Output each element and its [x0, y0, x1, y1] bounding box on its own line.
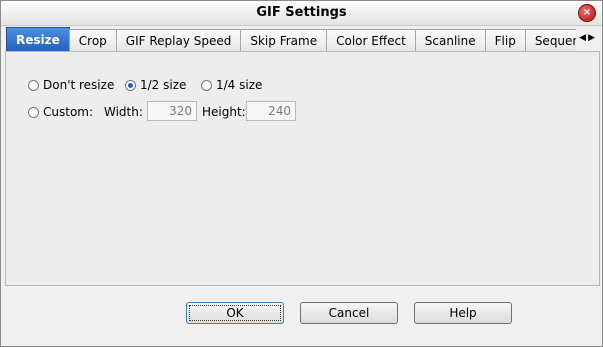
- width-field[interactable]: 320: [147, 101, 197, 121]
- tab-scroll-right-icon[interactable]: ▶: [588, 33, 595, 43]
- radio-half-size[interactable]: 1/2 size: [125, 78, 186, 92]
- title-bar[interactable]: GIF Settings ×: [1, 1, 602, 26]
- radio-dont-resize[interactable]: Don't resize: [28, 78, 114, 92]
- tab-resize[interactable]: Resize: [6, 27, 70, 51]
- tab-scroll-left-icon[interactable]: ◀: [579, 33, 586, 43]
- tab-bar: Resize Crop GIF Replay Speed Skip Frame …: [6, 27, 576, 51]
- tab-scroll-controls: ◀ ▶: [579, 33, 595, 43]
- radio-button-icon: [201, 79, 212, 91]
- radio-quarter-size[interactable]: 1/4 size: [201, 78, 262, 92]
- radio-custom[interactable]: Custom:: [28, 105, 93, 119]
- gif-settings-window: GIF Settings × Resize Crop GIF Replay Sp…: [0, 0, 603, 347]
- tab-gif-replay-speed[interactable]: GIF Replay Speed: [115, 29, 242, 51]
- radio-label: Don't resize: [43, 78, 115, 92]
- help-button[interactable]: Help: [414, 302, 512, 324]
- tab-sequence[interactable]: Sequence: [524, 29, 576, 51]
- radio-label: 1/4 size: [216, 78, 263, 92]
- tab-color-effect[interactable]: Color Effect: [326, 29, 416, 51]
- height-field[interactable]: 240: [246, 101, 296, 121]
- radio-label: 1/2 size: [140, 78, 187, 92]
- radio-label: Custom:: [43, 105, 94, 119]
- window-title: GIF Settings: [256, 5, 347, 20]
- cancel-button[interactable]: Cancel: [300, 302, 398, 324]
- width-label: Width:: [104, 105, 143, 119]
- close-icon[interactable]: ×: [578, 4, 596, 22]
- ok-button[interactable]: OK: [186, 302, 284, 324]
- tab-skip-frame[interactable]: Skip Frame: [240, 29, 328, 51]
- radio-button-icon: [28, 106, 39, 118]
- tab-scanline[interactable]: Scanline: [414, 29, 486, 51]
- radio-button-selected-icon: [125, 79, 136, 91]
- resize-panel: Don't resize 1/2 size 1/4 size Custom: W…: [5, 51, 600, 286]
- tab-crop[interactable]: Crop: [68, 29, 117, 51]
- height-label: Height:: [202, 105, 246, 119]
- tab-flip[interactable]: Flip: [484, 29, 526, 51]
- radio-button-icon: [28, 79, 39, 91]
